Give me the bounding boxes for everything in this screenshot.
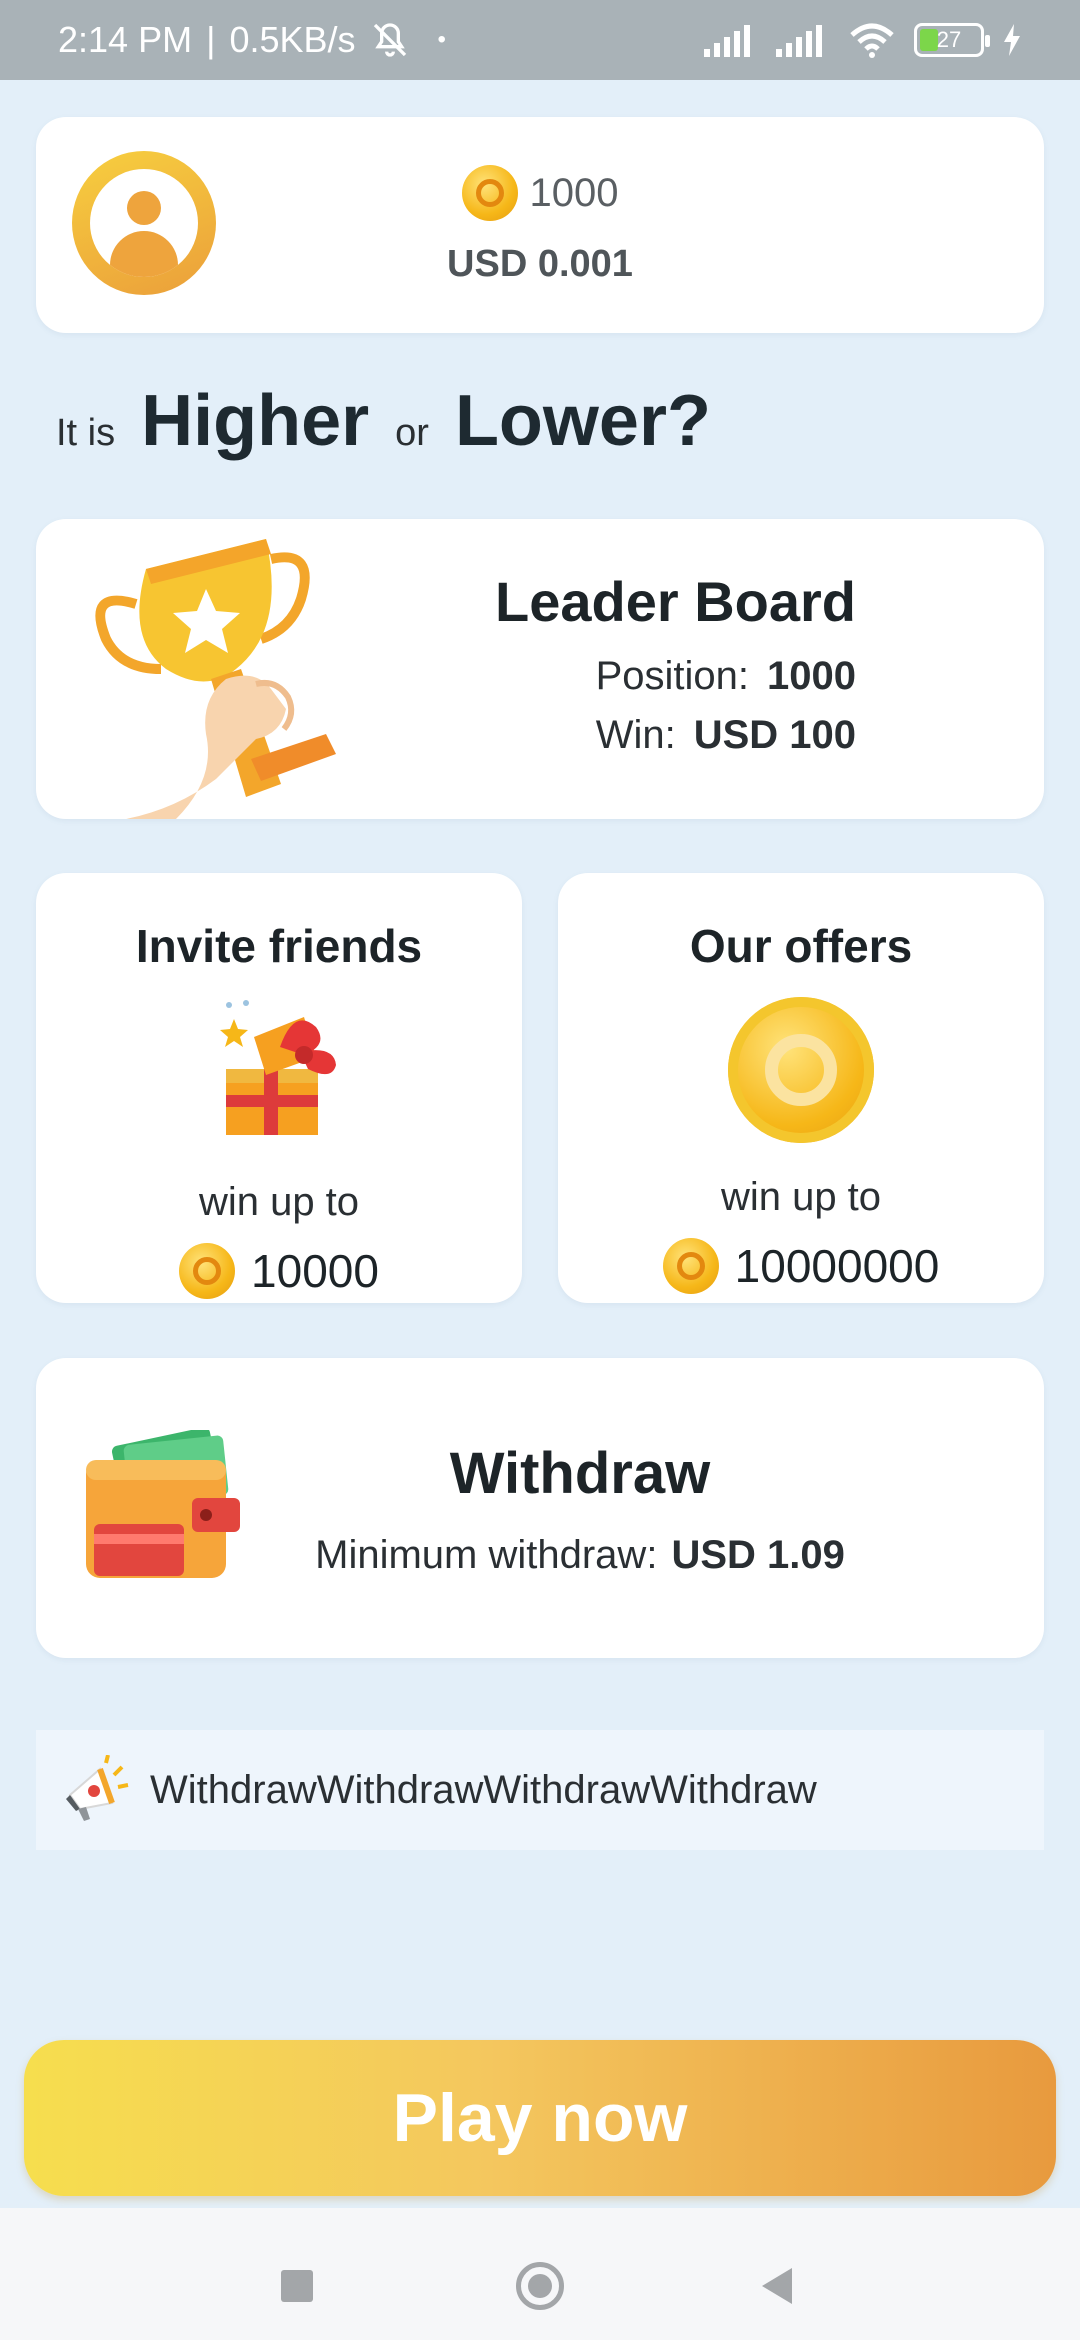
recents-icon[interactable] [281,2270,313,2302]
marquee-text: WithdrawWithdrawWithdrawWithdraw [150,1767,817,1812]
offers-title: Our offers [689,920,913,972]
status-bar: 2:14 PM | 0.5KB/s • 27 [0,0,1080,80]
status-time: 2:14 PM [58,19,193,60]
signal-icon [704,25,750,57]
invite-amount-row: 10000 [36,1243,522,1299]
invite-amount: 10000 [251,1245,379,1297]
leaderboard-position: Position: 1000 [416,654,856,699]
profile-card[interactable]: 1000 USD 0.001 [36,117,1044,333]
withdraw-minimum: Minimum withdraw: USD 1.09 [266,1533,894,1578]
signal-icon-2 [776,25,822,57]
balance: 1000 USD 0.001 [36,165,1044,286]
home-icon[interactable] [516,2262,564,2310]
leaderboard-card[interactable]: Leader Board Position: 1000 Win: USD 100 [36,519,1044,819]
offers-card[interactable]: Our offers win up to 10000000 [558,873,1044,1303]
win-label: Win: [595,713,676,757]
battery-icon: 27 [914,23,990,57]
coin-icon [662,1238,719,1294]
offers-sub: win up to [720,1175,882,1219]
status-separator: | [206,19,216,60]
status-speed: 0.5KB/s [229,19,356,60]
win-value: USD 100 [693,713,856,757]
coin-icon [179,1243,236,1299]
game-title: It is Higher or Lower? [56,380,711,462]
trophy-icon [95,539,336,819]
withdraw-card[interactable]: Withdraw Minimum withdraw: USD 1.09 [36,1358,1044,1658]
position-label: Position: [595,654,750,698]
title-higher: Higher [141,381,370,461]
title-it-is: It is [56,412,116,454]
charging-icon [1004,24,1020,56]
status-dot-icon: • [437,26,446,53]
wifi-icon [850,23,894,58]
play-now-button[interactable]: Play now [24,2040,1056,2196]
withdraw-title: Withdraw [449,1441,711,1506]
withdraw-min-value: USD 1.09 [671,1533,845,1577]
position-value: 1000 [767,654,856,698]
invite-sub: win up to [198,1180,360,1224]
coin-balance: 1000 [529,170,619,215]
leaderboard-title: Leader Board [495,570,856,633]
invite-title: Invite friends [135,920,423,972]
leaderboard-win: Win: USD 100 [416,713,856,758]
coin-icon [461,165,518,221]
back-icon[interactable] [762,2268,792,2304]
invite-friends-card[interactable]: Invite friends win up to 10000 [36,873,522,1303]
title-lower: Lower? [454,381,711,461]
bell-off-icon [373,23,406,57]
wallet-icon [86,1430,240,1578]
navigation-bar [0,2208,1080,2340]
gift-icon [220,1000,336,1135]
usd-balance: USD 0.001 [447,243,633,285]
announcement-marquee: WithdrawWithdrawWithdrawWithdraw [36,1730,1044,1850]
offers-amount: 10000000 [734,1240,940,1292]
battery-level: 27 [936,27,962,52]
offers-amount-row: 10000000 [558,1238,1044,1294]
withdraw-min-label: Minimum withdraw: [315,1533,658,1577]
megaphone-icon [66,1755,129,1821]
big-coin-icon [726,997,876,1147]
title-or: or [395,412,429,454]
